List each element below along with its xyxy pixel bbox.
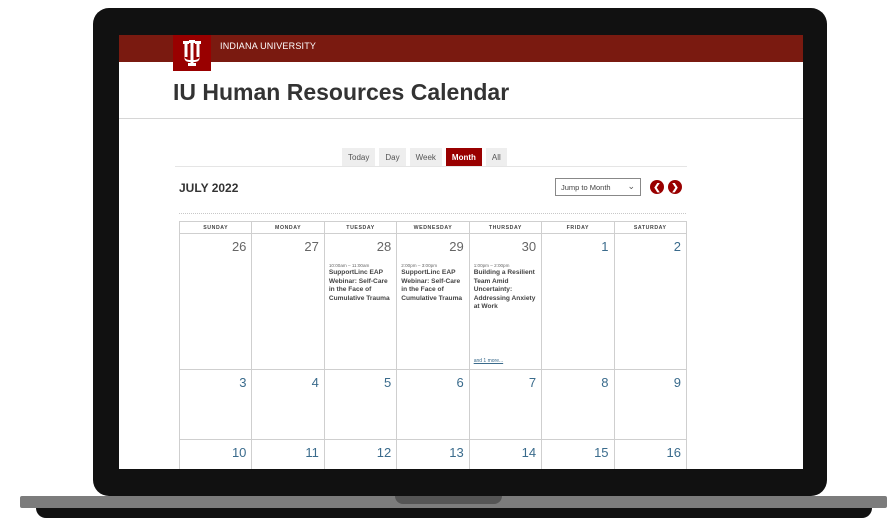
calendar-day-cell[interactable]: 6	[397, 370, 470, 440]
laptop-notch	[395, 496, 502, 504]
weekday-friday: FRIDAY	[542, 222, 615, 234]
event-item[interactable]: 10:00am – 11:00am SupportLinc EAP Webina…	[329, 263, 393, 303]
event-title-link[interactable]: Building a Resilient Team Amid Uncertain…	[474, 269, 538, 312]
calendar-day-cell[interactable]: 26	[180, 234, 253, 370]
calendar-day-cell[interactable]: 29 2:00pm – 3:00pm SupportLinc EAP Webin…	[397, 234, 470, 370]
calendar-day-cell[interactable]: 2	[614, 234, 687, 370]
day-number: 1	[601, 239, 609, 254]
browser-viewport: INDIANA UNIVERSITY IU Human Resources Ca…	[119, 35, 803, 469]
event-title-link[interactable]: SupportLinc EAP Webinar: Self-Care in th…	[329, 269, 393, 303]
calendar-day-cell[interactable]: 28 10:00am – 11:00am SupportLinc EAP Web…	[324, 234, 398, 370]
jump-select-value: Jump to Month	[561, 183, 611, 192]
day-number: 28	[376, 239, 392, 254]
weekday-monday: MONDAY	[252, 222, 325, 234]
calendar-day-cell[interactable]: 9	[614, 370, 687, 440]
calendar-week-row: 3 4 5 6 7 8 9	[180, 370, 687, 440]
laptop-base-bottom	[36, 508, 872, 518]
tab-week[interactable]: Week	[409, 148, 442, 167]
day-number: 15	[594, 445, 609, 460]
event-item[interactable]: 1:00pm – 2:00pm Building a Resilient Tea…	[474, 263, 538, 312]
view-tabs: Today Day Week Month All	[342, 148, 507, 167]
weekday-sunday: SUNDAY	[180, 222, 253, 234]
tabs-divider	[175, 166, 687, 167]
calendar-day-cell[interactable]: 10	[180, 440, 253, 469]
day-number: 16	[666, 445, 681, 460]
day-number: 6	[456, 375, 464, 390]
day-number: 2	[673, 239, 681, 254]
calendar-day-cell[interactable]: 14	[470, 440, 543, 469]
month-label: JULY 2022	[179, 181, 239, 195]
tab-day[interactable]: Day	[379, 148, 406, 167]
calendar-day-cell[interactable]: 15	[542, 440, 615, 469]
calendar-day-cell[interactable]: 12	[325, 440, 398, 469]
page-title: IU Human Resources Calendar	[173, 79, 510, 105]
calendar-day-cell[interactable]: 11	[252, 440, 325, 469]
day-number: 7	[528, 375, 537, 390]
weekday-header-row: SUNDAY MONDAY TUESDAY WEDNESDAY THURSDAY…	[180, 222, 687, 234]
weekday-saturday: SATURDAY	[614, 222, 687, 234]
month-calendar-grid: SUNDAY MONDAY TUESDAY WEDNESDAY THURSDAY…	[179, 221, 687, 469]
university-name[interactable]: INDIANA UNIVERSITY	[220, 41, 316, 51]
weekday-thursday: THURSDAY	[469, 222, 543, 234]
calendar-day-cell[interactable]: 16	[615, 440, 687, 469]
day-number: 14	[521, 445, 537, 460]
day-number: 26	[231, 239, 247, 254]
calendar-day-cell[interactable]: 5	[324, 370, 398, 440]
calendar-day-cell[interactable]: 30 1:00pm – 2:00pm Building a Resilient …	[469, 234, 543, 370]
day-number: 11	[305, 445, 319, 460]
calendar-day-cell[interactable]: 27	[252, 234, 325, 370]
jump-to-month-select[interactable]: Jump to Month ⌄	[555, 178, 641, 196]
event-item[interactable]: 2:00pm – 3:00pm SupportLinc EAP Webinar:…	[401, 263, 465, 303]
day-number: 30	[521, 239, 537, 254]
day-number: 12	[376, 445, 392, 460]
calendar-week-row: 10 11 12 13 14 15 16	[180, 440, 687, 469]
calendar-day-cell[interactable]: 13	[397, 440, 470, 469]
calendar-week-row: 26 27 28 10:00am – 11:00am SupportLinc E…	[180, 234, 687, 370]
day-number: 3	[239, 375, 247, 390]
day-number: 29	[449, 239, 464, 254]
day-number: 8	[601, 375, 609, 390]
day-number: 9	[673, 375, 681, 390]
tab-month[interactable]: Month	[445, 148, 482, 167]
title-divider	[119, 118, 803, 119]
day-number: 4	[311, 375, 319, 390]
next-month-icon[interactable]: ❯	[668, 180, 682, 194]
university-header-bar: INDIANA UNIVERSITY	[119, 35, 803, 62]
calendar-day-cell[interactable]: 4	[252, 370, 325, 440]
event-title-link[interactable]: SupportLinc EAP Webinar: Self-Care in th…	[401, 269, 465, 303]
iu-trident-logo[interactable]	[173, 35, 211, 71]
calendar-day-cell[interactable]: 7	[469, 370, 543, 440]
weekday-tuesday: TUESDAY	[324, 222, 398, 234]
calendar-divider	[179, 213, 686, 214]
tab-all[interactable]: All	[485, 148, 507, 167]
previous-month-icon[interactable]: ❮	[650, 180, 664, 194]
trident-icon	[183, 40, 201, 66]
calendar-day-cell[interactable]: 8	[542, 370, 615, 440]
tab-today[interactable]: Today	[342, 148, 376, 167]
day-number: 10	[231, 445, 247, 460]
weekday-wednesday: WEDNESDAY	[397, 222, 470, 234]
chevron-down-icon: ⌄	[627, 181, 635, 191]
day-number: 13	[449, 445, 464, 460]
day-number: 5	[384, 375, 392, 390]
more-events-link[interactable]: and 1 more...	[474, 358, 503, 364]
day-number: 27	[304, 239, 319, 254]
calendar-day-cell[interactable]: 1	[542, 234, 615, 370]
calendar-day-cell[interactable]: 3	[180, 370, 253, 440]
